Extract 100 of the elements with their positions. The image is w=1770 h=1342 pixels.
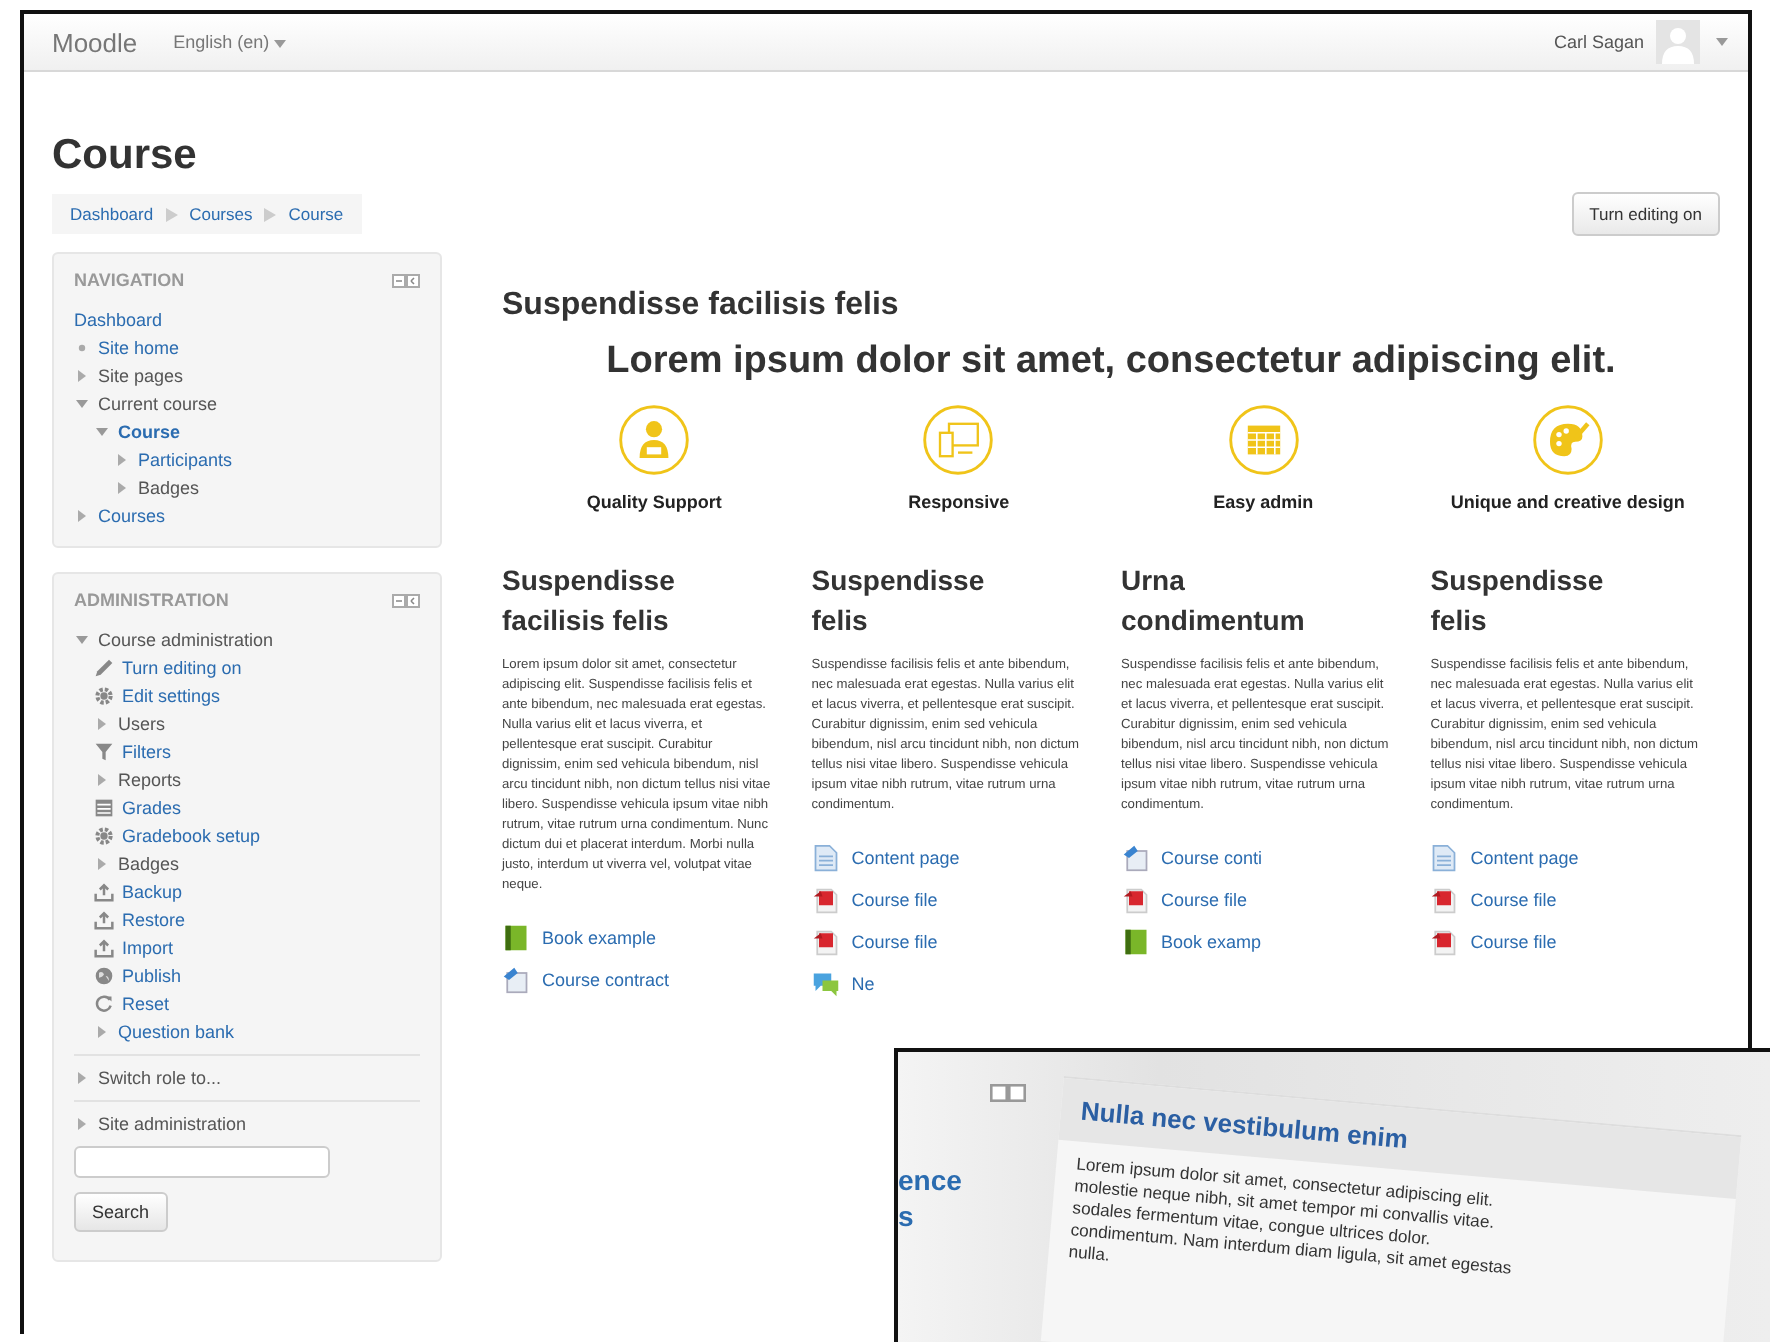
card-text-line: nulla.: [1067, 1241, 1111, 1269]
caret-down-icon[interactable]: [1716, 38, 1728, 46]
resource-link[interactable]: Course file: [1470, 889, 1557, 909]
caret-right-icon[interactable]: [94, 856, 110, 872]
page-icon: [1430, 843, 1459, 871]
section-heading: Suspendisse facilisis felis: [502, 288, 901, 324]
search-button[interactable]: Search: [74, 1192, 168, 1232]
pencil-icon: [94, 658, 114, 678]
breadcrumb-link[interactable]: Course: [288, 204, 344, 224]
resource-link[interactable]: Course file: [851, 889, 938, 909]
person-icon: [618, 404, 691, 476]
admin-item[interactable]: Users: [118, 714, 166, 734]
resource-link[interactable]: Course conti: [1161, 847, 1263, 867]
caret-down-icon[interactable]: [74, 632, 90, 648]
admin-item[interactable]: Question bank: [118, 1022, 235, 1042]
table-icon: [94, 798, 114, 818]
admin-item[interactable]: Filters: [122, 742, 171, 762]
resource-link[interactable]: Ne: [851, 973, 875, 993]
caret-right-icon[interactable]: [114, 480, 130, 496]
pdf-file-icon: [811, 885, 840, 913]
resource-link[interactable]: Course file: [1470, 931, 1557, 951]
palette-icon: [1531, 404, 1604, 476]
caret-down-icon[interactable]: [74, 396, 90, 412]
caret-right-icon[interactable]: [94, 772, 110, 788]
nav-item[interactable]: Course: [118, 422, 181, 442]
bullet-icon: [74, 340, 90, 356]
breadcrumb-link[interactable]: Courses: [189, 204, 253, 224]
nav-item[interactable]: Site pages: [98, 366, 184, 386]
admin-item[interactable]: Grades: [122, 798, 182, 818]
breadcrumb-separator-icon: [264, 207, 277, 221]
speech-bubbles-icon: [811, 969, 840, 997]
admin-item[interactable]: Import: [122, 938, 174, 958]
pdf-file-icon: [1430, 927, 1459, 955]
caret-right-icon[interactable]: [94, 1024, 110, 1040]
pdf-file-icon: [1430, 885, 1459, 913]
upload-tray-icon: [94, 882, 114, 902]
admin-item[interactable]: Switch role to...: [98, 1068, 222, 1088]
dock-block-icon[interactable]: [392, 273, 420, 287]
breadcrumb-link[interactable]: Dashboard: [70, 204, 154, 224]
devices-icon: [922, 404, 995, 476]
book-icon: [1121, 927, 1149, 955]
dock-block-icon[interactable]: [392, 593, 420, 607]
nav-item[interactable]: Site home: [98, 338, 180, 358]
nav-item[interactable]: Participants: [138, 450, 233, 470]
admin-item[interactable]: Reports: [118, 770, 182, 790]
gear-icon: [94, 686, 114, 706]
gear-icon: [94, 826, 114, 846]
feature-label: Unique and creative design: [1450, 492, 1685, 512]
block-title: ADMINISTRATION: [74, 590, 229, 610]
feature-label: Easy admin: [1213, 492, 1314, 512]
tagline: Lorem ipsum dolor sit amet, consectetur adipiscing elit.: [604, 340, 1618, 384]
turn-editing-on-button[interactable]: Turn editing on: [1571, 192, 1720, 236]
nav-item[interactable]: Courses: [98, 506, 166, 526]
caret-right-icon[interactable]: [74, 1116, 90, 1132]
breadcrumb-separator-icon: [165, 207, 178, 221]
page-icon: [811, 843, 840, 871]
caret-down-icon[interactable]: [94, 424, 110, 440]
caret-right-icon[interactable]: [114, 452, 130, 468]
language-menu[interactable]: English (en): [173, 32, 287, 52]
admin-item[interactable]: Publish: [122, 966, 182, 986]
admin-item[interactable]: Turn editing on: [122, 658, 242, 678]
document-icon: [1121, 843, 1149, 871]
admin-item[interactable]: Site administration: [98, 1114, 247, 1134]
admin-item[interactable]: Restore: [122, 910, 186, 930]
admin-item[interactable]: Reset: [122, 994, 170, 1014]
resource-link[interactable]: Content page: [1470, 847, 1579, 867]
site-name[interactable]: Moodle: [52, 27, 138, 57]
caret-right-icon[interactable]: [74, 1070, 90, 1086]
grid-icon: [1227, 404, 1300, 476]
nav-item[interactable]: Current course: [98, 394, 218, 414]
block-title: NAVIGATION: [74, 270, 185, 290]
filter-icon: [94, 742, 114, 762]
admin-item[interactable]: Course administration: [98, 630, 274, 650]
admin-item[interactable]: Backup: [122, 882, 183, 902]
admin-item[interactable]: Gradebook setup: [122, 826, 261, 846]
caret-right-icon[interactable]: [74, 508, 90, 524]
nav-item[interactable]: Badges: [138, 478, 200, 498]
globe-icon: [94, 966, 114, 986]
feature-label: Quality Support: [586, 492, 722, 512]
book-icon: [502, 923, 530, 951]
column-title: Suspendisse facilisis felis: [502, 562, 677, 640]
resource-link[interactable]: Book examp: [1161, 931, 1262, 951]
resource-link[interactable]: Course contract: [542, 969, 670, 989]
user-name[interactable]: Carl Sagan: [1553, 32, 1644, 52]
document-icon: [502, 965, 530, 993]
caret-down-icon: [274, 40, 287, 48]
resource-link[interactable]: Course file: [851, 931, 938, 951]
resource-link[interactable]: Content page: [851, 847, 960, 867]
search-field[interactable]: [74, 1146, 330, 1178]
resource-link[interactable]: Course file: [1161, 889, 1248, 909]
nav-item[interactable]: Dashboard: [74, 310, 163, 330]
caret-right-icon[interactable]: [74, 368, 90, 384]
admin-item[interactable]: Edit settings: [122, 686, 221, 706]
caret-right-icon[interactable]: [94, 716, 110, 732]
column-title: Suspendisse felis: [811, 562, 987, 640]
column-title: Suspendisse felis: [1430, 562, 1606, 640]
resource-link[interactable]: Book example: [542, 927, 657, 947]
upload-tray-icon: [94, 910, 114, 930]
admin-item[interactable]: Badges: [118, 854, 180, 874]
pdf-file-icon: [1121, 885, 1149, 913]
